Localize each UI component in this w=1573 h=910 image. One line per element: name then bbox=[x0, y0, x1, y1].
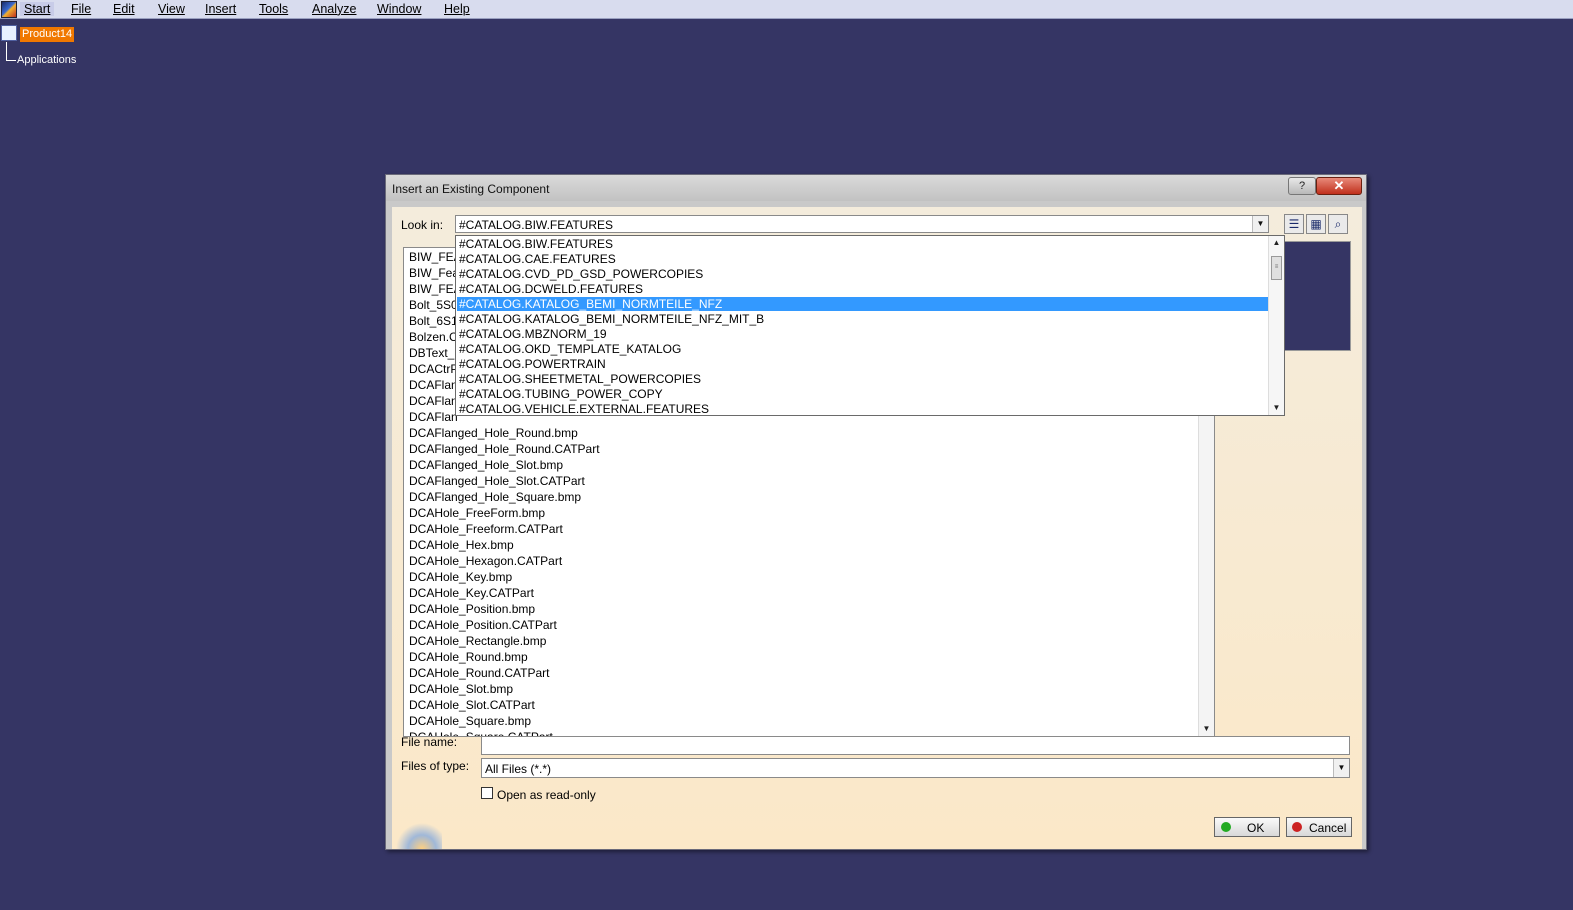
dropdown-option[interactable]: #CATALOG.KATALOG_BEMI_NORMTEILE_NFZ bbox=[457, 297, 1268, 311]
file-list-item[interactable]: DCAHole_Square.bmp bbox=[409, 713, 531, 729]
dropdown-option[interactable]: #CATALOG.TUBING_POWER_COPY bbox=[457, 387, 1268, 401]
scroll-down-icon[interactable]: ▼ bbox=[1269, 401, 1284, 415]
file-list-item[interactable]: DCACtrP bbox=[409, 361, 458, 377]
menu-file[interactable]: File bbox=[71, 2, 91, 16]
tree-item-applications[interactable]: Applications bbox=[17, 54, 76, 66]
catia-watermark-icon bbox=[392, 817, 442, 849]
menu-window[interactable]: Window bbox=[377, 2, 421, 16]
file-list-item[interactable]: DCAHole_FreeForm.bmp bbox=[409, 505, 545, 521]
file-list-item[interactable]: DCAHole_Slot.CATPart bbox=[409, 697, 535, 713]
dialog-title: Insert an Existing Component bbox=[392, 182, 550, 196]
dropdown-option[interactable]: #CATALOG.SHEETMETAL_POWERCOPIES bbox=[457, 372, 1268, 386]
file-list-item[interactable]: DCAHole_Position.bmp bbox=[409, 601, 535, 617]
file-name-field[interactable] bbox=[481, 736, 1350, 755]
files-of-type-label: Files of type: bbox=[401, 759, 470, 773]
file-list-item[interactable]: DCAHole_Hexagon.CATPart bbox=[409, 553, 562, 569]
file-list-item[interactable]: DCAFlan bbox=[409, 393, 458, 409]
menu-view[interactable]: View bbox=[158, 2, 185, 16]
file-list-item[interactable]: DCAFlanged_Hole_Round.bmp bbox=[409, 425, 578, 441]
file-list-item[interactable]: DCAHole_Slot.bmp bbox=[409, 681, 513, 697]
dropdown-option[interactable]: #CATALOG.POWERTRAIN bbox=[457, 357, 1268, 371]
file-list-item[interactable]: BIW_FEA bbox=[409, 249, 462, 265]
cancel-button[interactable]: Cancel bbox=[1286, 817, 1352, 837]
list-view-icon[interactable]: ☰ bbox=[1284, 214, 1304, 234]
file-name-label: File name: bbox=[401, 735, 458, 749]
scroll-up-icon[interactable]: ▲ bbox=[1269, 236, 1284, 250]
cancel-label: Cancel bbox=[1309, 821, 1347, 835]
tree-branch-line bbox=[6, 42, 7, 60]
dropdown-option[interactable]: #CATALOG.VEHICLE.EXTERNAL.FEATURES bbox=[457, 402, 1268, 415]
menu-tools[interactable]: Tools bbox=[259, 2, 288, 16]
scroll-down-icon[interactable]: ▼ bbox=[1199, 722, 1214, 736]
file-list-item[interactable]: DCAHole_Freeform.CATPart bbox=[409, 521, 563, 537]
dropdown-option[interactable]: #CATALOG.KATALOG_BEMI_NORMTEILE_NFZ_MIT_… bbox=[457, 312, 1268, 326]
file-list-item[interactable]: DCAFlan bbox=[409, 409, 458, 425]
file-list-item[interactable]: DCAFlanged_Hole_Slot.bmp bbox=[409, 457, 563, 473]
product-icon[interactable] bbox=[1, 25, 17, 41]
dropdown-option[interactable]: #CATALOG.CVD_PD_GSD_POWERCOPIES bbox=[457, 267, 1268, 281]
look-in-value: #CATALOG.BIW.FEATURES bbox=[459, 218, 614, 232]
menu-help[interactable]: Help bbox=[444, 2, 470, 16]
dialog-titlebar[interactable]: Insert an Existing Component ? ✕ bbox=[386, 175, 1366, 201]
preview-toggle-icon[interactable]: ⌕ bbox=[1328, 214, 1348, 234]
menu-insert[interactable]: Insert bbox=[205, 2, 236, 16]
chevron-down-icon[interactable]: ▼ bbox=[1333, 759, 1349, 777]
details-view-icon[interactable]: ▦ bbox=[1306, 214, 1326, 234]
look-in-dropdown[interactable]: ▲ ≡ ▼ #CATALOG.BIW.FEATURES #CATALOG.CAE.… bbox=[455, 235, 1285, 416]
read-only-label: Open as read-only bbox=[497, 788, 596, 802]
file-list-item[interactable]: DCAHole_Round.CATPart bbox=[409, 665, 550, 681]
menu-analyze[interactable]: Analyze bbox=[312, 2, 356, 16]
close-button[interactable]: ✕ bbox=[1316, 177, 1362, 195]
file-list-item[interactable]: BIW_FEA bbox=[409, 281, 462, 297]
file-list-item[interactable]: Bolt_5S0 bbox=[409, 297, 458, 313]
look-in-combo[interactable]: #CATALOG.BIW.FEATURES ▼ bbox=[455, 215, 1269, 233]
dropdown-scrollbar[interactable]: ▲ ≡ ▼ bbox=[1268, 236, 1284, 415]
dropdown-option[interactable]: #CATALOG.DCWELD.FEATURES bbox=[457, 282, 1268, 296]
file-list-item[interactable]: DCAHole_Position.CATPart bbox=[409, 617, 557, 633]
ok-label: OK bbox=[1247, 821, 1265, 835]
catia-logo-icon[interactable] bbox=[1, 1, 17, 18]
file-list-item[interactable]: DCAHole_Hex.bmp bbox=[409, 537, 514, 553]
ok-icon bbox=[1221, 822, 1231, 832]
tree-root-product[interactable]: Product14 bbox=[20, 27, 75, 42]
files-of-type-combo[interactable]: All Files (*.*) ▼ bbox=[481, 758, 1350, 778]
look-in-label: Look in: bbox=[401, 218, 444, 232]
file-list-item[interactable]: DCAHole_Key.CATPart bbox=[409, 585, 534, 601]
menu-start[interactable]: Start bbox=[20, 2, 55, 16]
ok-button[interactable]: OK bbox=[1214, 817, 1280, 837]
files-of-type-value: All Files (*.*) bbox=[485, 762, 552, 776]
chevron-down-icon[interactable]: ▼ bbox=[1252, 216, 1268, 232]
dropdown-option[interactable]: #CATALOG.CAE.FEATURES bbox=[457, 252, 1268, 266]
file-list-item[interactable]: DCAHole_Round.bmp bbox=[409, 649, 528, 665]
dropdown-option[interactable]: #CATALOG.BIW.FEATURES bbox=[457, 237, 1268, 251]
file-list-item[interactable]: DCAFlanged_Hole_Slot.CATPart bbox=[409, 473, 585, 489]
file-list-item[interactable]: Bolt_6S1 bbox=[409, 313, 458, 329]
file-list-item[interactable]: DCAHole_Rectangle.bmp bbox=[409, 633, 546, 649]
read-only-checkbox[interactable] bbox=[481, 787, 493, 799]
cancel-icon bbox=[1292, 822, 1302, 832]
file-list-item[interactable]: DCAFlanged_Hole_Square.bmp bbox=[409, 489, 581, 505]
file-list-item[interactable]: Bolzen.C bbox=[409, 329, 458, 345]
file-list-item[interactable]: DCAFlan bbox=[409, 377, 458, 393]
dropdown-option[interactable]: #CATALOG.OKD_TEMPLATE_KATALOG bbox=[457, 342, 1268, 356]
help-button[interactable]: ? bbox=[1288, 177, 1316, 195]
file-list-item[interactable]: DCAFlanged_Hole_Round.CATPart bbox=[409, 441, 600, 457]
file-list-item[interactable]: DCAHole_Key.bmp bbox=[409, 569, 512, 585]
menu-edit[interactable]: Edit bbox=[113, 2, 135, 16]
menu-bar: Start File Edit View Insert Tools Analyz… bbox=[0, 0, 1573, 19]
scroll-thumb[interactable]: ≡ bbox=[1271, 256, 1282, 280]
dropdown-option[interactable]: #CATALOG.MBZNORM_19 bbox=[457, 327, 1268, 341]
tree-branch-line bbox=[6, 60, 16, 61]
